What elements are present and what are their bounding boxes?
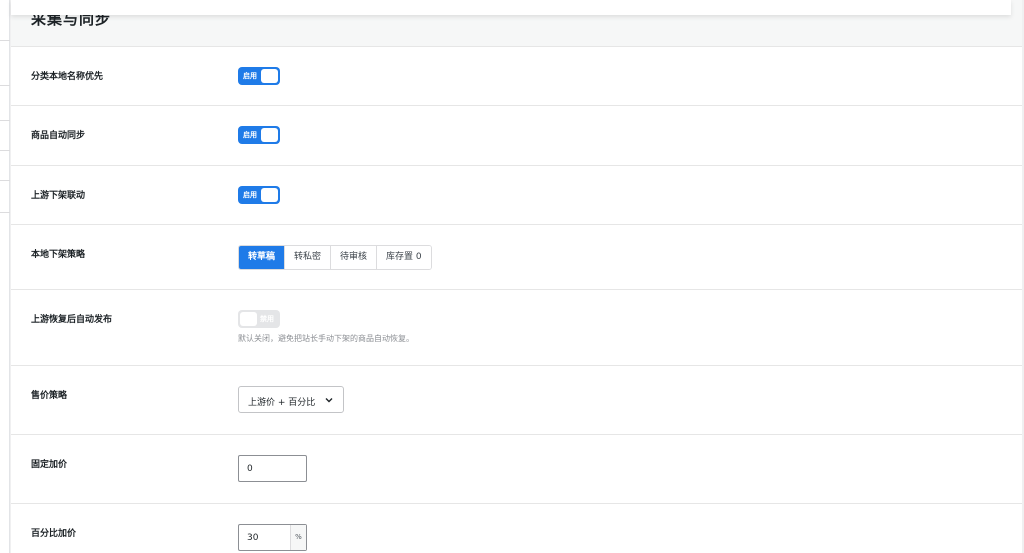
setting-row-fixed-markup: 固定加价 xyxy=(11,435,1022,504)
sidebar-divider xyxy=(0,150,10,151)
toggle-knob xyxy=(261,128,278,142)
sidebar-divider xyxy=(0,85,10,86)
setting-label: 商品自动同步 xyxy=(31,131,86,141)
delist-strategy-segmented-control: 转草稿 转私密 待审核 库存置 0 xyxy=(238,245,432,270)
setting-label: 售价策略 xyxy=(31,391,68,401)
sidebar-divider xyxy=(0,120,10,121)
price-strategy-select[interactable]: 上游价 + 百分比 xyxy=(238,386,344,413)
setting-label: 上游恢复后自动发布 xyxy=(31,315,113,325)
delist-option-draft[interactable]: 转草稿 xyxy=(239,246,286,269)
setting-row-percent-markup: 百分比加价 xyxy=(11,504,1022,553)
setting-row-price-strategy: 售价策略 xyxy=(11,366,1022,435)
setting-label: 分类本地名称优先 xyxy=(31,72,104,82)
auto-republish-hint: 默认关闭，避免把站长手动下架的商品自动恢复。 xyxy=(238,334,414,343)
setting-label: 百分比加价 xyxy=(31,529,77,539)
toggle-state-label: 启用 xyxy=(243,131,257,139)
setting-label: 本地下架策略 xyxy=(31,250,86,260)
auto-sync-toggle[interactable]: 启用 xyxy=(238,126,280,144)
sticky-header-overlay xyxy=(11,0,1011,15)
upstream-delist-toggle[interactable]: 启用 xyxy=(238,186,280,204)
sidebar-divider xyxy=(0,40,10,41)
setting-row-upstream-delist: 上游下架联动 启用 xyxy=(11,166,1022,225)
percent-markup-input[interactable]: 30 % xyxy=(238,524,307,551)
fixed-markup-input[interactable]: 0 xyxy=(238,455,307,482)
setting-label: 上游下架联动 xyxy=(31,191,86,201)
setting-row-delist-strategy: 本地下架策略 xyxy=(11,225,1022,290)
toggle-knob xyxy=(261,188,278,202)
auto-republish-toggle[interactable]: 禁用 xyxy=(238,310,280,328)
toggle-state-label: 禁用 xyxy=(260,315,274,323)
toggle-knob xyxy=(240,312,257,326)
chevron-down-icon xyxy=(325,398,333,403)
sidebar-divider xyxy=(0,212,10,213)
percent-markup-value: 30 xyxy=(247,533,259,543)
delist-option-pending[interactable]: 待审核 xyxy=(331,246,378,269)
toggle-state-label: 启用 xyxy=(243,191,257,199)
setting-row-auto-republish: 上游恢复后自动发布 禁用 xyxy=(11,290,1022,366)
sidebar-divider xyxy=(0,180,10,181)
setting-row-category-name: 分类本地名称优先 启用 xyxy=(11,47,1022,106)
settings-panel: 采集与同步 分类本地名称优先 启用 商品自动同步 启用 上游下架联动 启用 本地… xyxy=(11,0,1022,553)
toggle-state-label: 启用 xyxy=(243,72,257,80)
setting-row-auto-sync: 商品自动同步 启用 xyxy=(11,106,1022,166)
delist-option-private[interactable]: 转私密 xyxy=(285,246,332,269)
toggle-knob xyxy=(261,69,278,83)
price-strategy-value: 上游价 + 百分比 xyxy=(248,398,316,408)
admin-sidebar-edge xyxy=(0,0,10,553)
category-name-toggle[interactable]: 启用 xyxy=(238,67,280,85)
delist-option-zero-stock[interactable]: 库存置 0 xyxy=(377,246,431,269)
percent-suffix: % xyxy=(290,525,306,550)
setting-label: 固定加价 xyxy=(31,460,68,470)
fixed-markup-value: 0 xyxy=(247,464,253,474)
